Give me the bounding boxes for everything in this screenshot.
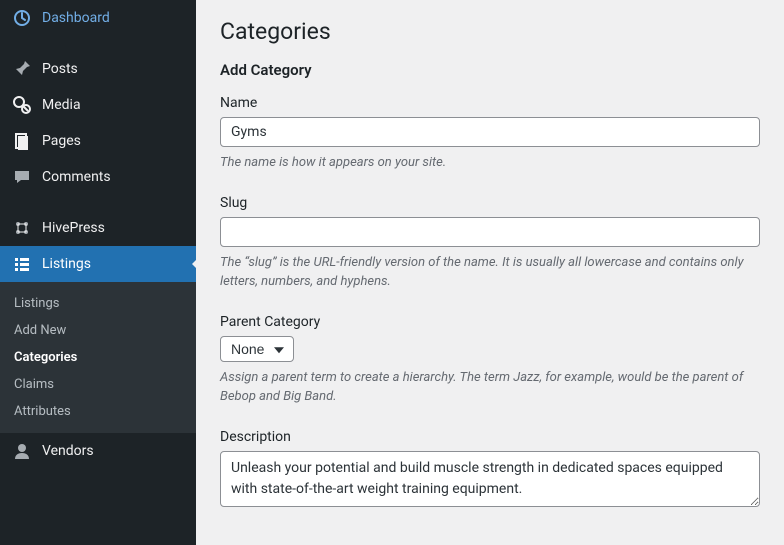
sidebar-item-hivepress[interactable]: HivePress (0, 210, 196, 246)
description-label: Description (220, 429, 760, 445)
parent-select[interactable]: None (220, 336, 294, 362)
submenu-item-listings[interactable]: Listings (0, 290, 196, 317)
pages-icon (12, 131, 32, 151)
hivepress-icon (12, 218, 32, 238)
slug-input[interactable] (220, 217, 760, 247)
submenu-listings: Listings Add New Categories Claims Attri… (0, 282, 196, 433)
name-help: The name is how it appears on your site. (220, 153, 760, 173)
sidebar-item-label: Vendors (42, 443, 94, 459)
sidebar-item-media[interactable]: Media (0, 87, 196, 123)
sidebar-item-comments[interactable]: Comments (0, 159, 196, 195)
name-label: Name (220, 95, 760, 111)
sidebar-item-posts[interactable]: Posts (0, 51, 196, 87)
sidebar-item-listings[interactable]: Listings (0, 246, 196, 282)
sidebar-item-vendors[interactable]: Vendors (0, 433, 196, 469)
sidebar-item-label: Listings (42, 256, 91, 272)
vendors-icon (12, 441, 32, 461)
sidebar-item-label: Dashboard (42, 10, 110, 26)
submenu-item-add-new[interactable]: Add New (0, 317, 196, 344)
submenu-item-attributes[interactable]: Attributes (0, 398, 196, 425)
comments-icon (12, 167, 32, 187)
main-content: Categories Add Category Name The name is… (196, 0, 784, 545)
parent-label: Parent Category (220, 314, 760, 330)
slug-help: The “slug” is the URL-friendly version o… (220, 253, 760, 292)
sidebar-item-label: Posts (42, 61, 78, 77)
sidebar-item-label: HivePress (42, 220, 105, 236)
sidebar-item-dashboard[interactable]: Dashboard (0, 0, 196, 36)
dashboard-icon (12, 8, 32, 28)
sidebar-item-label: Pages (42, 133, 81, 149)
listings-icon (12, 254, 32, 274)
field-name: Name The name is how it appears on your … (220, 95, 760, 173)
admin-sidebar: Dashboard Posts Media Pages Comments Hiv… (0, 0, 196, 545)
name-input[interactable] (220, 117, 760, 147)
sidebar-item-pages[interactable]: Pages (0, 123, 196, 159)
media-icon (12, 95, 32, 115)
sidebar-item-label: Media (42, 97, 81, 113)
field-slug: Slug The “slug” is the URL-friendly vers… (220, 195, 760, 292)
sidebar-item-label: Comments (42, 169, 111, 185)
description-textarea[interactable] (220, 451, 760, 507)
parent-help: Assign a parent term to create a hierarc… (220, 368, 760, 407)
pin-icon (12, 59, 32, 79)
slug-label: Slug (220, 195, 760, 211)
submenu-item-claims[interactable]: Claims (0, 371, 196, 398)
page-title: Categories (220, 18, 760, 45)
submenu-item-categories[interactable]: Categories (0, 344, 196, 371)
field-description: Description (220, 429, 760, 511)
field-parent: Parent Category None Assign a parent ter… (220, 314, 760, 407)
section-title: Add Category (220, 61, 760, 79)
